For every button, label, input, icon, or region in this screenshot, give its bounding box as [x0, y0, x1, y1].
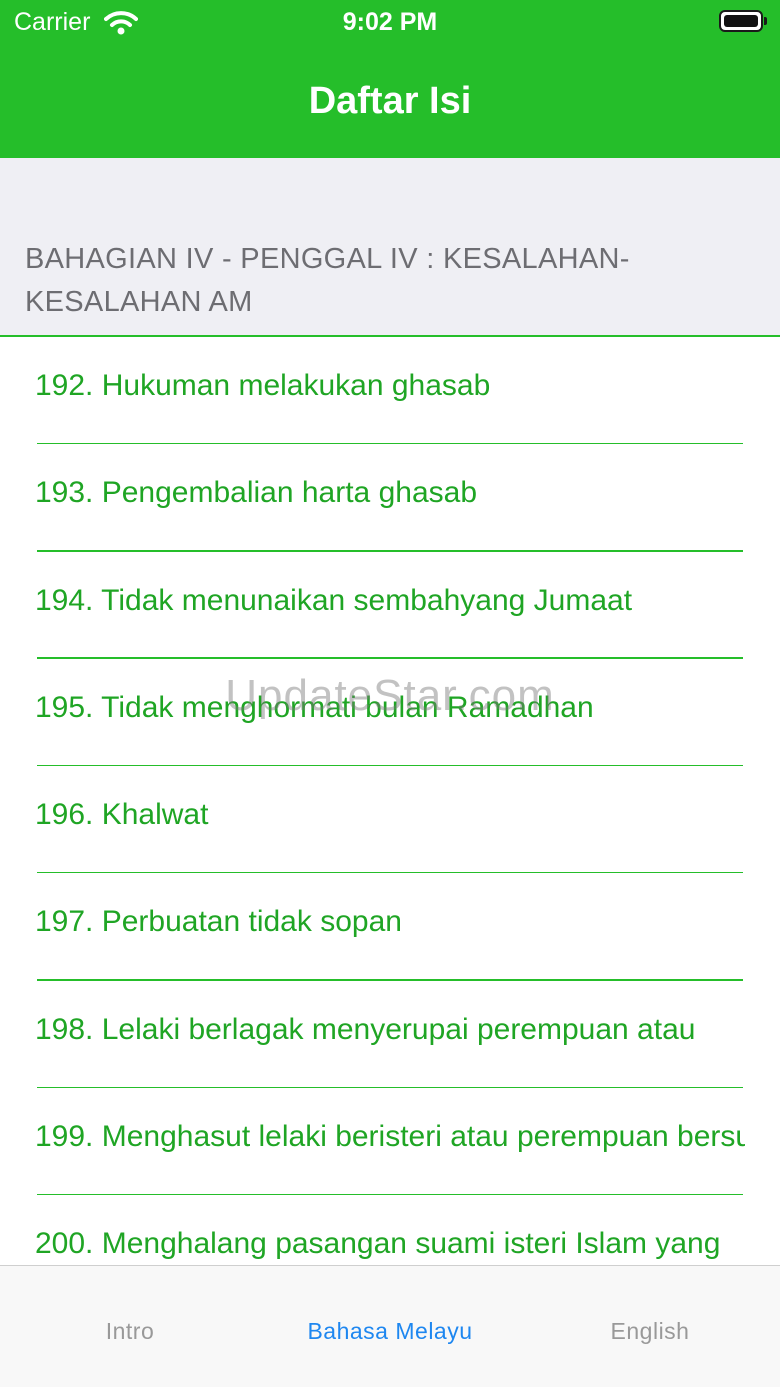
- battery-icon: [719, 10, 767, 32]
- clock: 9:02 PM: [342, 8, 438, 36]
- page-title: Daftar Isi: [308, 80, 472, 122]
- list-item[interactable]: 199. Menghasut lelaki beristeri atau per…: [0, 1088, 780, 1196]
- list-item-label: 199. Menghasut lelaki beristeri atau per…: [35, 1120, 745, 1154]
- table-of-contents-list[interactable]: 192. Hukuman melakukan ghasab 193. Penge…: [0, 337, 780, 1265]
- tab-bar: Intro Bahasa Melayu English: [0, 1265, 780, 1387]
- list-item[interactable]: 198. Lelaki berlagak menyerupai perempua…: [0, 981, 780, 1089]
- tab-english[interactable]: English: [520, 1318, 780, 1345]
- list-item-label: 198. Lelaki berlagak menyerupai perempua…: [35, 1012, 696, 1046]
- list-item-label: 200. Menghalang pasangan suami isteri Is…: [35, 1227, 721, 1261]
- list-item[interactable]: 194. Tidak menunaikan sembahyang Jumaat: [0, 552, 780, 659]
- tab-intro[interactable]: Intro: [0, 1318, 260, 1345]
- list-item-label: 194. Tidak menunaikan sembahyang Jumaat: [35, 583, 633, 617]
- status-bar: Carrier 9:02 PM: [0, 0, 780, 44]
- list-item[interactable]: 195. Tidak menghormati bulan Ramadhan: [0, 659, 780, 767]
- list-item[interactable]: 192. Hukuman melakukan ghasab: [0, 337, 780, 445]
- section-header: BAHAGIAN IV - PENGGAL IV : KESALAHAN-KES…: [0, 158, 780, 337]
- app-header: Carrier 9:02 PM Daftar Isi: [0, 0, 780, 158]
- section-title: BAHAGIAN IV - PENGGAL IV : KESALAHAN-KES…: [25, 243, 630, 318]
- list-item[interactable]: 196. Khalwat: [0, 766, 780, 874]
- list-item[interactable]: 197. Perbuatan tidak sopan: [0, 873, 780, 981]
- tab-bahasa-melayu[interactable]: Bahasa Melayu: [260, 1318, 520, 1345]
- list-item-label: 192. Hukuman melakukan ghasab: [35, 369, 491, 402]
- list-item[interactable]: 193. Pengembalian harta ghasab: [0, 444, 780, 552]
- list-item[interactable]: 200. Menghalang pasangan suami isteri Is…: [0, 1195, 780, 1265]
- list-item-label: 197. Perbuatan tidak sopan: [35, 905, 402, 939]
- list-item-label: 193. Pengembalian harta ghasab: [35, 476, 478, 510]
- screen: Carrier 9:02 PM Daftar Isi BAHAGIAN IV -…: [0, 0, 780, 1387]
- list-item-label: 196. Khalwat: [35, 798, 209, 832]
- list-item-label: 195. Tidak menghormati bulan Ramadhan: [35, 690, 594, 724]
